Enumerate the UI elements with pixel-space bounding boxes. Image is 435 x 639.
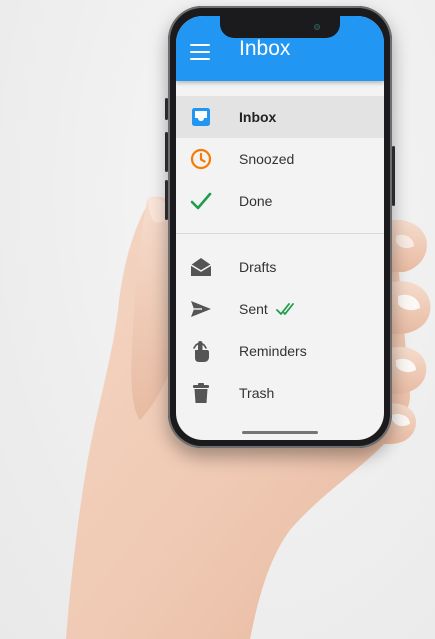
double-check-icon: [276, 303, 294, 315]
nav-item-drafts[interactable]: Drafts: [176, 246, 384, 288]
nav-item-snoozed[interactable]: Snoozed: [176, 138, 384, 180]
nav-item-label: Trash: [239, 385, 275, 401]
inbox-icon: [192, 108, 210, 126]
check-icon: [190, 192, 212, 210]
nav-item-label: Reminders: [239, 343, 307, 359]
home-indicator[interactable]: [242, 431, 318, 434]
divider: [176, 233, 384, 234]
nav-item-label: Done: [239, 193, 273, 209]
volume-down-button: [165, 180, 168, 220]
nav-item-inbox[interactable]: Inbox: [176, 96, 384, 138]
mute-switch: [165, 98, 168, 120]
power-button: [392, 146, 395, 206]
nav-item-label: Inbox: [239, 109, 277, 125]
volume-up-button: [165, 132, 168, 172]
send-icon: [191, 301, 211, 317]
nav-item-reminders[interactable]: Reminders: [176, 330, 384, 372]
finger-ribbon-icon: [193, 341, 209, 362]
page-title: Inbox: [239, 37, 291, 60]
hamburger-menu-icon[interactable]: [190, 44, 210, 60]
nav-item-trash[interactable]: Trash: [176, 372, 384, 414]
nav-item-label: Snoozed: [239, 151, 295, 167]
trash-icon: [193, 383, 209, 403]
phone-frame: Inbox Inbox Snoozed Done Drafts Sent Rem…: [165, 6, 395, 448]
clock-icon: [190, 148, 212, 170]
phone-screen: Inbox Inbox Snoozed Done Drafts Sent Rem…: [176, 16, 384, 440]
front-camera: [314, 24, 320, 30]
notch: [220, 16, 340, 38]
nav-item-label: Drafts: [239, 259, 277, 275]
nav-drawer-list: Inbox Snoozed Done Drafts Sent Reminders…: [176, 96, 384, 414]
envelope-open-icon: [190, 258, 212, 276]
nav-item-sent[interactable]: Sent: [176, 288, 384, 330]
nav-item-label: Sent: [239, 301, 268, 317]
nav-item-done[interactable]: Done: [176, 180, 384, 222]
